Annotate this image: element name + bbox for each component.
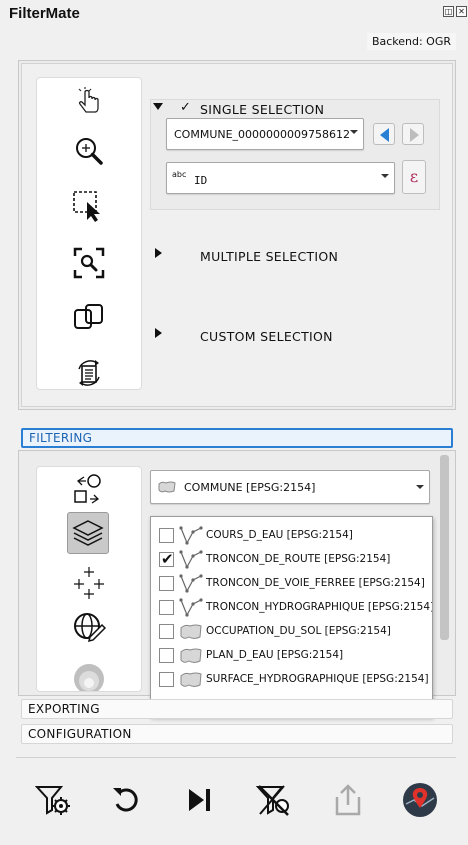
zoom-to-selection-icon[interactable] <box>37 240 141 286</box>
collapse-single-selection-arrow[interactable] <box>153 103 163 110</box>
layer-list-item[interactable]: TRONCON_HYDROGRAPHIQUE [EPSG:2154] <box>151 596 433 620</box>
geometric-predicates-icon[interactable] <box>37 605 141 651</box>
line-layer-icon <box>179 550 203 569</box>
reset-properties-icon[interactable] <box>37 350 141 396</box>
pointer-hand-icon[interactable] <box>37 78 141 124</box>
export-button[interactable] <box>328 780 368 820</box>
redo-filter-button[interactable] <box>180 780 220 820</box>
about-map-pin-icon <box>403 783 437 817</box>
section-exporting[interactable]: EXPORTING <box>21 699 453 719</box>
combine-operators-icon[interactable] <box>37 559 141 605</box>
buffer-icon[interactable] <box>37 653 141 691</box>
float-window-button[interactable]: ◫ <box>443 6 454 17</box>
undo-filter-button[interactable] <box>106 780 146 820</box>
layers-icon[interactable] <box>67 512 109 554</box>
polygon-layer-icon <box>180 624 202 639</box>
layer-list-item[interactable]: TRONCON_DE_ROUTE [EPSG:2154] <box>151 548 431 572</box>
close-window-button[interactable]: ✕ <box>456 6 467 17</box>
arrow-right-icon <box>410 128 419 142</box>
polygon-layer-icon <box>180 648 202 663</box>
layer-checkbox[interactable] <box>159 576 174 591</box>
backend-indicator: Backend: OGR <box>366 33 456 50</box>
expand-custom-selection-arrow[interactable] <box>155 328 162 338</box>
layer-checkbox[interactable] <box>159 600 174 615</box>
layer-name: COURS_D_EAU [EPSG:2154] <box>206 529 353 541</box>
layer-checkbox[interactable] <box>159 528 174 543</box>
auto-current-layer-icon[interactable] <box>37 467 141 513</box>
filter-settings-icon <box>35 786 70 815</box>
undo-icon <box>113 788 138 812</box>
layer-name: SURFACE_HYDROGRAPHIQUE [EPSG:2154] <box>206 673 429 685</box>
expand-multiple-selection-arrow[interactable] <box>155 248 162 258</box>
export-icon <box>335 784 361 816</box>
exploring-toolbar <box>36 77 142 390</box>
unfilter-icon <box>256 785 289 816</box>
about-button[interactable] <box>400 780 440 820</box>
previous-feature-button[interactable] <box>373 123 395 145</box>
line-layer-icon <box>179 574 203 593</box>
field-type-badge: abc <box>172 170 187 179</box>
layers-to-filter-dropdown[interactable]: COURS_D_EAU [EPSG:2154] TRONCON_DE_ROUTE … <box>150 516 433 717</box>
source-layer-value: COMMUNE [EPSG:2154] <box>184 481 316 494</box>
skip-next-icon <box>189 789 210 811</box>
custom-selection-title[interactable]: CUSTOM SELECTION <box>200 329 333 344</box>
field-expression-combobox[interactable]: abc ID <box>166 162 395 194</box>
polygon-layer-icon <box>180 672 202 687</box>
single-selection-title[interactable]: SINGLE SELECTION <box>200 102 324 117</box>
single-selection-check-icon[interactable]: ✓ <box>180 100 191 115</box>
filter-button[interactable] <box>33 780 73 820</box>
layer-list-item[interactable]: COURS_D_EAU [EPSG:2154] <box>151 524 431 548</box>
section-filtering[interactable]: FILTERING <box>21 428 453 448</box>
layer-checkbox[interactable] <box>159 672 174 687</box>
polygon-layer-icon <box>158 481 176 493</box>
field-value: ID <box>194 174 208 187</box>
layer-checkbox[interactable] <box>159 550 174 568</box>
zoom-icon[interactable] <box>37 128 141 174</box>
multiple-selection-title[interactable]: MULTIPLE SELECTION <box>200 249 338 264</box>
layer-checkbox[interactable] <box>159 648 174 663</box>
layer-list-item[interactable]: TRONCON_DE_VOIE_FERREE [EPSG:2154] <box>151 572 431 596</box>
arrow-left-icon <box>380 128 389 142</box>
link-layers-icon[interactable] <box>37 294 141 340</box>
layer-name: TRONCON_DE_ROUTE [EPSG:2154] <box>206 553 391 565</box>
unfilter-button[interactable] <box>254 780 294 820</box>
feature-combobox-value: COMMUNE_0000000009758612 <box>174 128 351 141</box>
section-configuration[interactable]: CONFIGURATION <box>21 724 453 744</box>
layer-list-item[interactable]: OCCUPATION_DU_SOL [EPSG:2154] <box>151 620 431 644</box>
layer-name: PLAN_D_EAU [EPSG:2154] <box>206 649 344 661</box>
layer-list-item[interactable]: SURFACE_HYDROGRAPHIQUE [EPSG:2154] <box>151 668 431 692</box>
layer-name: OCCUPATION_DU_SOL [EPSG:2154] <box>206 625 391 637</box>
layer-name: TRONCON_HYDROGRAPHIQUE [EPSG:2154] <box>206 601 433 613</box>
next-feature-button[interactable] <box>402 123 424 145</box>
feature-combobox[interactable]: COMMUNE_0000000009758612 <box>166 118 364 150</box>
line-layer-icon <box>179 598 203 617</box>
filtering-toolbar <box>36 466 142 692</box>
filtering-scrollbar-thumb[interactable] <box>440 455 449 640</box>
layer-name: TRONCON_DE_VOIE_FERREE [EPSG:2154] <box>206 577 425 589</box>
line-layer-icon <box>179 526 203 545</box>
expression-builder-button[interactable]: ε <box>402 160 426 194</box>
layer-list-item[interactable]: PLAN_D_EAU [EPSG:2154] <box>151 644 431 668</box>
window-title: FilterMate <box>9 5 80 22</box>
source-layer-combobox[interactable]: COMMUNE [EPSG:2154] <box>150 470 430 504</box>
layer-checkbox[interactable] <box>159 624 174 639</box>
select-rectangle-icon[interactable] <box>37 183 141 229</box>
